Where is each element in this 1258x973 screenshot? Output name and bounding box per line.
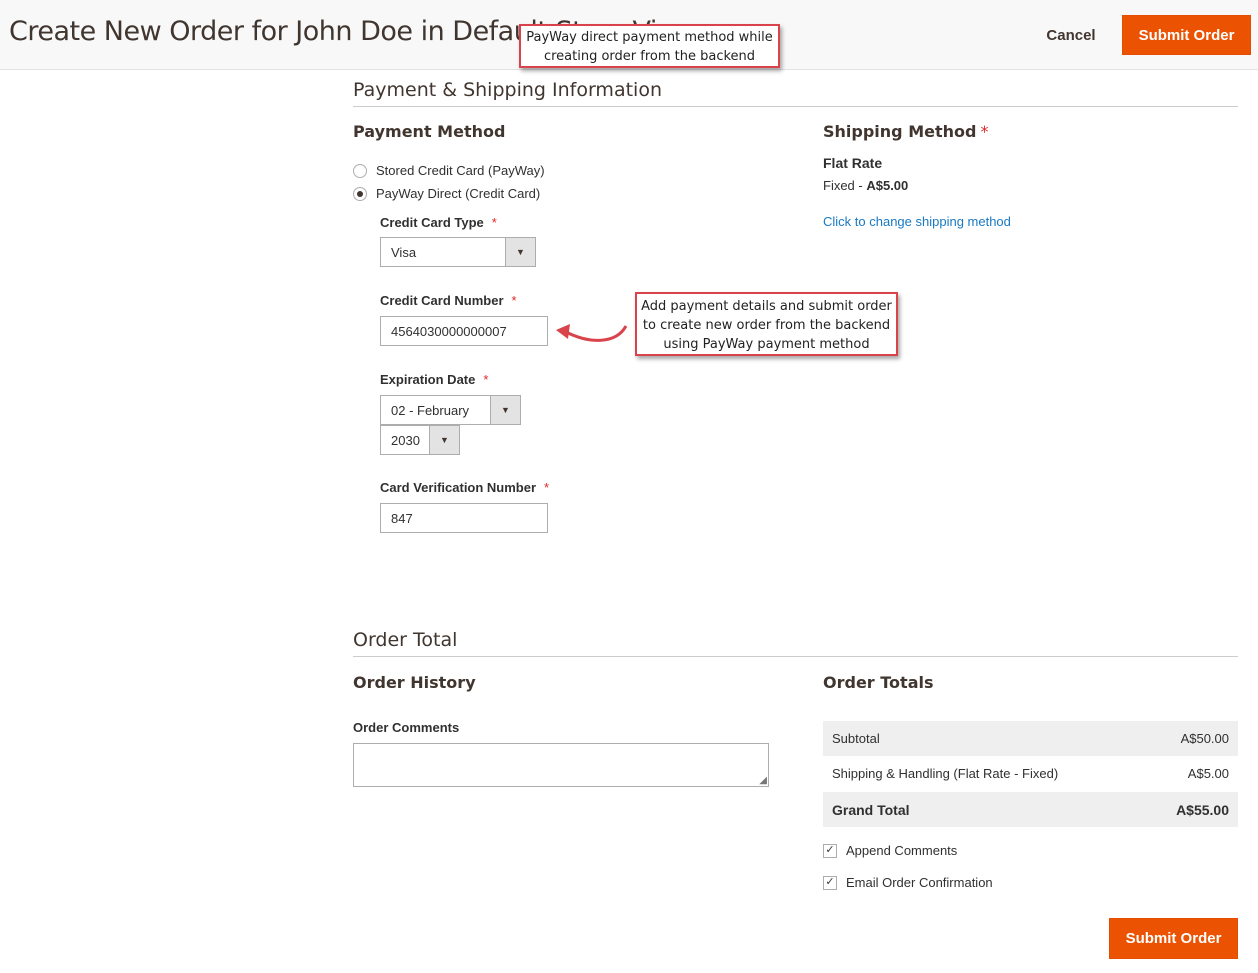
- chevron-down-icon[interactable]: ▼: [429, 426, 459, 454]
- order-comments-textarea[interactable]: ◢: [353, 743, 769, 787]
- card-type-select[interactable]: Visa ▼: [380, 237, 536, 267]
- shipping-carrier: Flat Rate: [823, 155, 883, 171]
- submit-order-button-bottom[interactable]: Submit Order: [1109, 918, 1238, 959]
- order-comments-label: Order Comments: [353, 720, 460, 735]
- callout-line: Add payment details and submit order: [641, 299, 892, 314]
- append-comments-checkbox-row[interactable]: ✓ Append Comments: [823, 843, 957, 858]
- change-shipping-link[interactable]: Click to change shipping method: [823, 214, 1011, 229]
- callout-line: PayWay direct payment method while: [526, 30, 773, 45]
- section-divider: [353, 106, 1238, 107]
- payment-method-title: Payment Method: [353, 122, 506, 141]
- expiration-month-value: 02 - February: [391, 402, 470, 418]
- checkbox-checked-icon[interactable]: ✓: [823, 843, 837, 858]
- cvn-input[interactable]: 847: [380, 503, 548, 533]
- order-history-title: Order History: [353, 673, 476, 692]
- submit-order-button-top[interactable]: Submit Order: [1122, 15, 1251, 55]
- cvn-label: Card Verification Number *: [380, 480, 550, 495]
- totals-label: Shipping & Handling (Flat Rate - Fixed): [832, 766, 1059, 781]
- expiration-year-select[interactable]: 2030 ▼: [380, 425, 460, 455]
- annotation-arrow-icon: [556, 324, 628, 342]
- card-number-input[interactable]: 4564030000000007: [380, 316, 548, 346]
- resize-handle-icon[interactable]: ◢: [759, 776, 767, 786]
- card-type-label: Credit Card Type *: [380, 215, 497, 230]
- payment-option-label: Stored Credit Card (PayWay): [376, 163, 545, 178]
- totals-label: Grand Total: [832, 801, 910, 818]
- payment-option-stored-card[interactable]: Stored Credit Card (PayWay): [353, 163, 545, 178]
- shipping-method-title: Shipping Method *: [823, 122, 989, 141]
- callout-line: to create new order from the backend: [642, 318, 891, 333]
- totals-row-grand-total: Grand Total A$55.00: [823, 792, 1238, 827]
- radio-unchecked[interactable]: [353, 163, 367, 178]
- totals-row-shipping: Shipping & Handling (Flat Rate - Fixed) …: [823, 756, 1238, 791]
- checkbox-checked-icon[interactable]: ✓: [823, 875, 837, 890]
- cancel-button[interactable]: Cancel: [1030, 16, 1112, 54]
- checkbox-label: Email Order Confirmation: [846, 875, 993, 890]
- totals-value: A$50.00: [1180, 731, 1229, 746]
- chevron-down-icon[interactable]: ▼: [490, 396, 520, 424]
- chevron-down-icon[interactable]: ▼: [505, 238, 535, 266]
- annotation-callout-payment-method: PayWay direct payment method while creat…: [519, 24, 780, 68]
- expiration-month-select[interactable]: 02 - February ▼: [380, 395, 521, 425]
- payment-option-payway-direct[interactable]: PayWay Direct (Credit Card): [353, 186, 540, 201]
- radio-checked[interactable]: [353, 186, 367, 201]
- payment-option-label: PayWay Direct (Credit Card): [376, 186, 541, 201]
- section-title-order-total: Order Total: [353, 629, 458, 651]
- expiration-date-label: Expiration Date *: [380, 372, 489, 387]
- expiration-year-value: 2030: [391, 432, 420, 448]
- card-type-value: Visa: [391, 244, 417, 260]
- totals-value: A$55.00: [1176, 801, 1229, 818]
- section-divider: [353, 656, 1238, 657]
- annotation-callout-payment-details: Add payment details and submit order to …: [635, 292, 898, 356]
- order-totals-title: Order Totals: [823, 673, 934, 692]
- section-title-payment-shipping: Payment & Shipping Information: [353, 79, 662, 101]
- shipping-price: Fixed - A$5.00: [823, 178, 909, 193]
- card-number-label: Credit Card Number *: [380, 293, 517, 308]
- callout-line: creating order from the backend: [543, 49, 756, 64]
- totals-value: A$5.00: [1187, 766, 1229, 781]
- totals-row-subtotal: Subtotal A$50.00: [823, 721, 1238, 756]
- totals-label: Subtotal: [832, 731, 880, 746]
- checkbox-label: Append Comments: [846, 843, 958, 858]
- email-confirmation-checkbox-row[interactable]: ✓ Email Order Confirmation: [823, 875, 993, 890]
- callout-line: using PayWay payment method: [663, 337, 870, 352]
